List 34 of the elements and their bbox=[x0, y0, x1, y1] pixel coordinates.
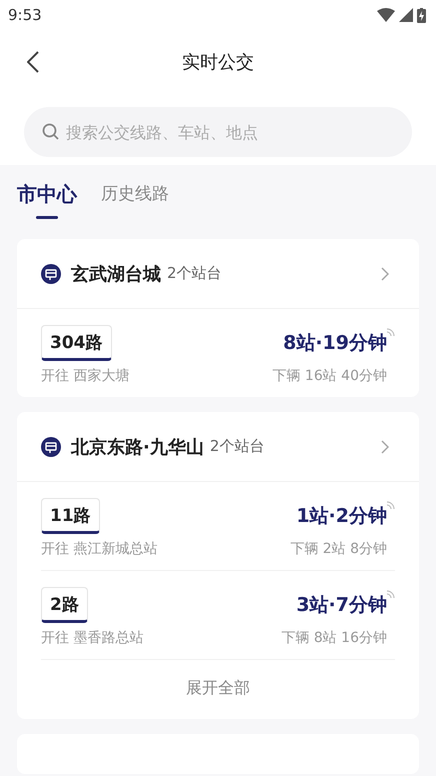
back-icon[interactable] bbox=[27, 51, 39, 73]
route-tag[interactable]: 2路 bbox=[41, 587, 88, 623]
search-field[interactable]: 搜索公交线路、车站、地点 bbox=[24, 107, 412, 157]
station-name: 北京东路·九华山 bbox=[71, 436, 204, 458]
next-bus: 下辆 8站 16分钟 bbox=[281, 629, 387, 647]
arrival-time: 1站·2分钟 bbox=[296, 505, 387, 527]
search-icon bbox=[42, 123, 60, 141]
realtime-signal-icon bbox=[387, 328, 395, 336]
realtime-signal-icon bbox=[387, 501, 395, 509]
bus-stop-icon bbox=[41, 436, 61, 456]
next-bus: 下辆 2站 8分钟 bbox=[290, 540, 387, 558]
realtime-signal-icon bbox=[387, 590, 395, 598]
page-title: 实时公交 bbox=[182, 51, 254, 74]
expand-all-button[interactable]: 展开全部 bbox=[186, 660, 250, 719]
battery-icon bbox=[417, 8, 426, 22]
platform-count: 2个站台 bbox=[167, 264, 222, 283]
route-tag[interactable]: 11路 bbox=[41, 498, 100, 534]
station-name: 玄武湖台城 bbox=[71, 262, 161, 286]
next-bus: 下辆 16站 40分钟 bbox=[272, 367, 387, 385]
arrival-time: 8站·19分钟 bbox=[283, 332, 387, 354]
status-time: 9:53 bbox=[8, 6, 42, 24]
arrival-time: 3站·7分钟 bbox=[296, 594, 387, 616]
chevron-right-icon bbox=[381, 440, 389, 454]
signal-icon bbox=[399, 8, 413, 22]
route-direction: 开往 燕江新城总站 bbox=[41, 540, 158, 558]
route-tag[interactable]: 304路 bbox=[41, 325, 112, 361]
route-direction: 开往 墨香路总站 bbox=[41, 629, 144, 647]
bus-stop-icon bbox=[41, 264, 61, 284]
platform-count: 2个站台 bbox=[210, 437, 264, 456]
wifi-icon bbox=[377, 8, 395, 22]
station-header[interactable]: 北京东路·九华山 2个站台 bbox=[17, 412, 419, 482]
chevron-right-icon bbox=[381, 266, 389, 280]
route-direction: 开往 西家大塘 bbox=[41, 367, 130, 385]
station-header[interactable]: 玄武湖台城 2个站台 bbox=[17, 239, 419, 309]
